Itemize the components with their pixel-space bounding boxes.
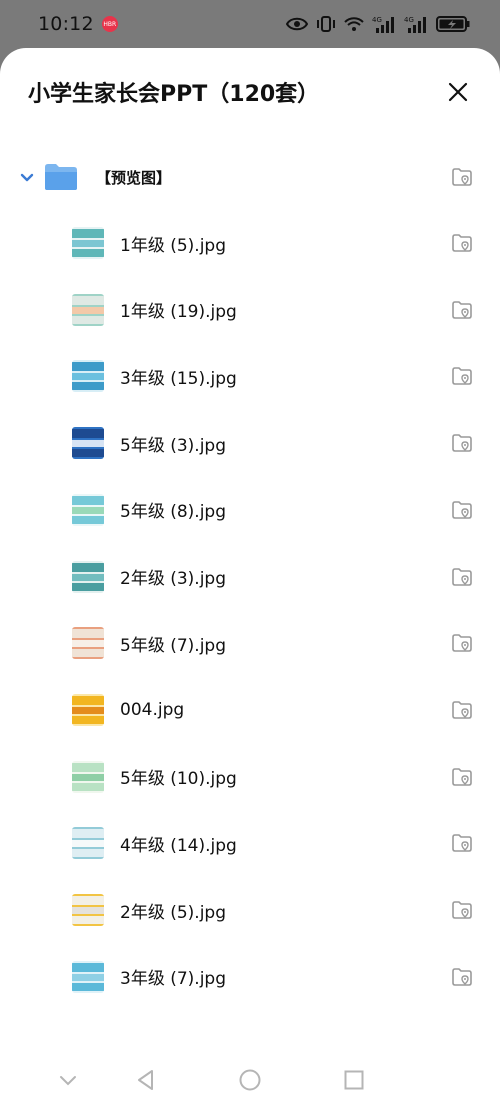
recents-icon[interactable] bbox=[342, 1068, 366, 1092]
folder-row[interactable]: 【预览图】 bbox=[0, 144, 500, 210]
file-thumbnail bbox=[72, 427, 104, 460]
file-thumbnail bbox=[72, 827, 104, 860]
file-location-icon[interactable] bbox=[450, 298, 474, 322]
file-name: 2年级 (3).jpg bbox=[120, 569, 227, 589]
file-row[interactable]: 1年级 (19).jpg bbox=[0, 277, 500, 343]
status-time: 10:12 bbox=[38, 13, 94, 35]
file-name: 5年级 (7).jpg bbox=[120, 635, 227, 656]
file-name: 1年级 (19).jpg bbox=[120, 302, 237, 323]
battery-charging-icon bbox=[436, 16, 470, 32]
file-location-icon[interactable] bbox=[450, 898, 474, 922]
file-location-icon[interactable] bbox=[450, 831, 474, 855]
file-name: 3年级 (7).jpg bbox=[120, 969, 227, 990]
page-title: 小学生家长会PPT（120套） bbox=[28, 82, 320, 107]
sheet-header: 小学生家长会PPT（120套） bbox=[0, 48, 500, 138]
file-name: 4年级 (14).jpg bbox=[120, 835, 237, 856]
chevron-down-icon[interactable] bbox=[18, 168, 36, 186]
signal-4g-icon: 4G bbox=[372, 16, 394, 33]
signal-4g-icon: 4G bbox=[404, 16, 426, 33]
bottom-sheet: 小学生家长会PPT（120套） 【预览图】 1年级 (5).jpg 1年级 (19… bbox=[0, 48, 500, 1107]
close-button[interactable] bbox=[440, 74, 476, 110]
svg-text:4G: 4G bbox=[372, 16, 382, 24]
file-name: 004.jpg bbox=[120, 699, 185, 720]
file-location-icon[interactable] bbox=[450, 765, 474, 789]
file-location-icon[interactable] bbox=[450, 231, 474, 255]
file-name: 5年级 (3).jpg bbox=[120, 435, 227, 456]
file-row[interactable]: 2年级 (3).jpg bbox=[0, 544, 500, 610]
file-row[interactable]: 3年级 (15).jpg bbox=[0, 343, 500, 409]
file-name: 5年级 (10).jpg bbox=[120, 769, 237, 790]
file-thumbnail bbox=[72, 493, 104, 526]
file-row[interactable]: 5年级 (10).jpg bbox=[0, 744, 500, 810]
file-location-icon[interactable] bbox=[450, 364, 474, 388]
svg-text:4G: 4G bbox=[404, 16, 414, 24]
file-thumbnail bbox=[72, 894, 104, 926]
file-location-icon[interactable] bbox=[450, 431, 474, 455]
folder-location-icon[interactable] bbox=[450, 165, 474, 189]
file-row[interactable]: 5年级 (8).jpg bbox=[0, 477, 500, 543]
file-location-icon[interactable] bbox=[450, 698, 474, 722]
folder-name: 【预览图】 bbox=[96, 168, 172, 187]
file-location-icon[interactable] bbox=[450, 631, 474, 655]
folder-icon bbox=[45, 164, 77, 190]
file-location-icon[interactable] bbox=[450, 498, 474, 522]
file-location-icon[interactable] bbox=[450, 565, 474, 589]
wifi-icon bbox=[344, 17, 364, 31]
file-name: 2年级 (5).jpg bbox=[120, 902, 227, 923]
collapse-icon[interactable] bbox=[56, 1068, 80, 1092]
file-location-icon[interactable] bbox=[450, 965, 474, 989]
file-name: 3年级 (15).jpg bbox=[120, 368, 237, 389]
file-row[interactable]: 5年级 (3).jpg bbox=[0, 410, 500, 476]
close-icon bbox=[448, 82, 468, 102]
file-row[interactable]: 2年级 (5).jpg bbox=[0, 877, 500, 943]
notification-badge: HBR bbox=[101, 16, 118, 32]
file-thumbnail bbox=[72, 293, 104, 326]
file-row[interactable]: 5年级 (7).jpg bbox=[0, 610, 500, 676]
file-thumbnail bbox=[72, 227, 104, 259]
file-thumbnail bbox=[72, 360, 104, 393]
file-row[interactable]: 4年级 (14).jpg bbox=[0, 810, 500, 876]
eye-icon bbox=[286, 17, 308, 31]
status-bar: 10:12 HBR 4G 4G bbox=[0, 0, 500, 48]
file-name: 5年级 (8).jpg bbox=[120, 502, 227, 523]
file-thumbnail bbox=[72, 560, 104, 593]
home-icon[interactable] bbox=[238, 1068, 262, 1092]
file-thumbnail bbox=[72, 627, 104, 660]
vibrate-icon bbox=[317, 16, 335, 32]
file-row[interactable]: 004.jpg bbox=[0, 677, 500, 743]
file-name: 1年级 (5).jpg bbox=[120, 235, 227, 256]
file-thumbnail bbox=[72, 760, 104, 793]
file-thumbnail bbox=[72, 960, 104, 993]
file-row[interactable]: 1年级 (5).jpg bbox=[0, 210, 500, 276]
file-thumbnail bbox=[72, 693, 104, 726]
file-row[interactable]: 3年级 (7).jpg bbox=[0, 944, 500, 1010]
navigation-bar bbox=[0, 1050, 500, 1107]
back-icon[interactable] bbox=[134, 1068, 158, 1092]
